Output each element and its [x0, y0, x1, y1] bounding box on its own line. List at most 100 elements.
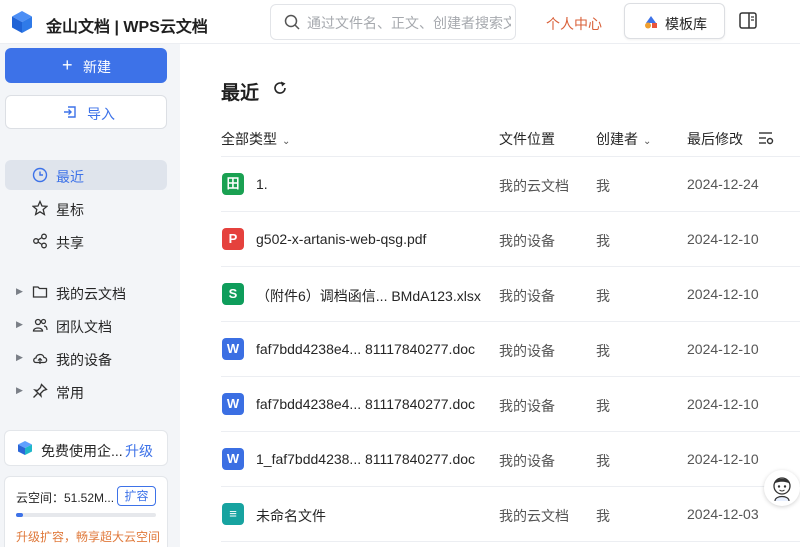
file-type-doc-icon: W: [222, 448, 244, 470]
chevron-down-icon: ⌄: [282, 136, 291, 147]
file-creator: 我: [596, 343, 610, 359]
sidebar-item-label: 共享: [56, 235, 84, 251]
file-creator: 我: [596, 178, 610, 194]
file-row[interactable]: Wfaf7bdd4238e4... 81117840277.doc 我的设备 我 20…: [221, 377, 800, 432]
type-filter-dropdown[interactable]: 全部类型 ⌄: [221, 129, 290, 149]
refresh-icon[interactable]: [272, 80, 288, 96]
file-name[interactable]: faf7bdd4238e4... 81117840277.doc: [256, 396, 475, 412]
file-location: 我的云文档: [499, 508, 569, 524]
new-label: 新建: [83, 59, 111, 75]
cloud-device-icon: [33, 353, 48, 364]
file-name[interactable]: （附件6）调档函信... BMdA123.xlsx: [256, 286, 481, 306]
assistant-avatar-icon: [773, 477, 791, 502]
file-creator: 我: [596, 453, 610, 469]
expand-caret-icon[interactable]: ▶: [16, 385, 23, 396]
sidebar: + 新建 导入 最近 星标 共享 ▶ 我的云文档 ▶ 团队文档 ▶ 我的设备 ▶: [0, 44, 180, 547]
sidebar-item-shared[interactable]: 共享: [5, 226, 167, 256]
assistant-avatar-button[interactable]: [764, 470, 800, 506]
sidebar-item-label: 团队文档: [56, 319, 112, 335]
file-location: 我的云文档: [499, 178, 569, 194]
file-location: 我的设备: [499, 288, 555, 304]
template-library-button[interactable]: 模板库: [624, 3, 725, 39]
file-location: 我的设备: [499, 453, 555, 469]
sidebar-item-label: 我的云文档: [56, 286, 126, 302]
import-icon: [64, 106, 76, 118]
storage-usage-text: 云空间：51.52M...: [16, 491, 115, 505]
creator-column-label: 创建者: [596, 131, 638, 147]
file-location: 我的设备: [499, 233, 555, 249]
storage-upgrade-tip[interactable]: 升级扩容，畅享超大云空间: [16, 528, 160, 545]
file-modified-date: 2024-12-03: [687, 506, 759, 522]
clock-icon: [32, 167, 48, 183]
sidebar-item-recent[interactable]: 最近: [5, 160, 167, 190]
file-creator: 我: [596, 398, 610, 414]
file-creator: 我: [596, 288, 610, 304]
sidebar-item-my-cloud-docs[interactable]: ▶ 我的云文档: [5, 277, 167, 307]
template-icon: [645, 16, 657, 29]
chevron-down-icon: ⌄: [643, 136, 652, 147]
app-title: 金山文档 | WPS云文档: [46, 19, 208, 36]
search-icon: [284, 14, 300, 30]
expand-caret-icon[interactable]: ▶: [16, 319, 23, 330]
page-title: 最近: [221, 83, 260, 104]
sidebar-item-frequent[interactable]: ▶ 常用: [5, 376, 167, 406]
sort-settings-icon[interactable]: [758, 130, 774, 146]
file-name[interactable]: faf7bdd4238e4... 81117840277.doc: [256, 341, 475, 357]
file-modified-date: 2024-12-10: [687, 341, 759, 357]
file-name[interactable]: 未命名文件: [256, 506, 326, 526]
file-row[interactable]: Wfaf7bdd4238e4... 81117840277.doc 我的设备 我 20…: [221, 322, 800, 377]
file-type-doc-icon: W: [222, 338, 244, 360]
sidebar-item-label: 最近: [56, 169, 84, 185]
sidebar-toggle-icon[interactable]: [739, 12, 757, 29]
file-modified-date: 2024-12-10: [687, 231, 759, 247]
search-input[interactable]: [307, 13, 511, 33]
column-header-location: 文件位置: [499, 131, 555, 147]
file-name[interactable]: 1.: [256, 176, 268, 192]
file-creator: 我: [596, 233, 610, 249]
column-header-modified[interactable]: 最后修改: [687, 129, 743, 149]
import-label: 导入: [87, 106, 115, 122]
file-row[interactable]: 田 1. 我的云文档 我 2024-12-24: [221, 157, 800, 212]
pin-icon: [33, 383, 48, 398]
enterprise-promo[interactable]: 免费使用企... 升级: [4, 430, 168, 466]
main-content: 最近 全部类型 ⌄ 文件位置 创建者 ⌄ 最后修改 田 1. 我的云文档我 2024-12…: [180, 44, 800, 547]
file-location: 我的设备: [499, 343, 555, 359]
file-name[interactable]: g502-x-artanis-web-qsg.pdf: [256, 231, 426, 247]
expand-caret-icon[interactable]: ▶: [16, 286, 23, 297]
file-name[interactable]: 1_faf7bdd4238... 81117840277.doc: [256, 451, 475, 467]
personal-center-link[interactable]: 个人中心: [546, 14, 602, 34]
star-icon: [32, 200, 48, 216]
file-row[interactable]: W 1_faf7bdd4238... 81117840277.doc 我的设备 我 20…: [221, 432, 800, 487]
expand-storage-button[interactable]: 扩容: [117, 486, 156, 506]
expand-caret-icon[interactable]: ▶: [16, 352, 23, 363]
share-icon: [33, 233, 47, 249]
enterprise-cube-icon: [18, 441, 32, 455]
file-modified-date: 2024-12-10: [687, 396, 759, 412]
import-button[interactable]: 导入: [5, 95, 167, 129]
top-bar: 金山文档 | WPS云文档 个人中心 模板库: [0, 0, 800, 44]
sidebar-item-label: 常用: [56, 385, 84, 401]
file-type-board-icon: ≡: [222, 503, 244, 525]
sidebar-item-label: 我的设备: [56, 352, 112, 368]
sidebar-item-team-docs[interactable]: ▶ 团队文档: [5, 310, 167, 340]
promo-text: 免费使用企...: [41, 443, 123, 459]
file-creator: 我: [596, 508, 610, 524]
plus-icon: +: [62, 55, 73, 75]
search-box[interactable]: [270, 4, 516, 40]
sidebar-item-starred[interactable]: 星标: [5, 193, 167, 223]
file-type-sheet-icon: 田: [222, 173, 244, 195]
sidebar-item-my-devices[interactable]: ▶ 我的设备: [5, 343, 167, 373]
creator-filter-dropdown[interactable]: 创建者 ⌄: [596, 129, 651, 149]
file-row[interactable]: S （附件6）调档函信... BMdA123.xlsx 我的设备 我 2024-12-1…: [221, 267, 800, 322]
file-type-pdf-icon: P: [222, 228, 244, 250]
wps-logo-icon: [12, 11, 32, 33]
file-row[interactable]: Pg502-x-artanis-web-qsg.pdf 我的设备 我 2024-12-…: [221, 212, 800, 267]
template-label: 模板库: [665, 16, 707, 32]
type-filter-label: 全部类型: [221, 131, 277, 147]
file-row[interactable]: ≡ 未命名文件 我的云文档 我 2024-12-03: [221, 487, 800, 542]
new-button[interactable]: + 新建: [5, 48, 167, 83]
file-location: 我的设备: [499, 398, 555, 414]
upgrade-link[interactable]: 升级: [125, 441, 153, 461]
team-icon: [32, 318, 48, 332]
folder-icon: [32, 286, 48, 298]
